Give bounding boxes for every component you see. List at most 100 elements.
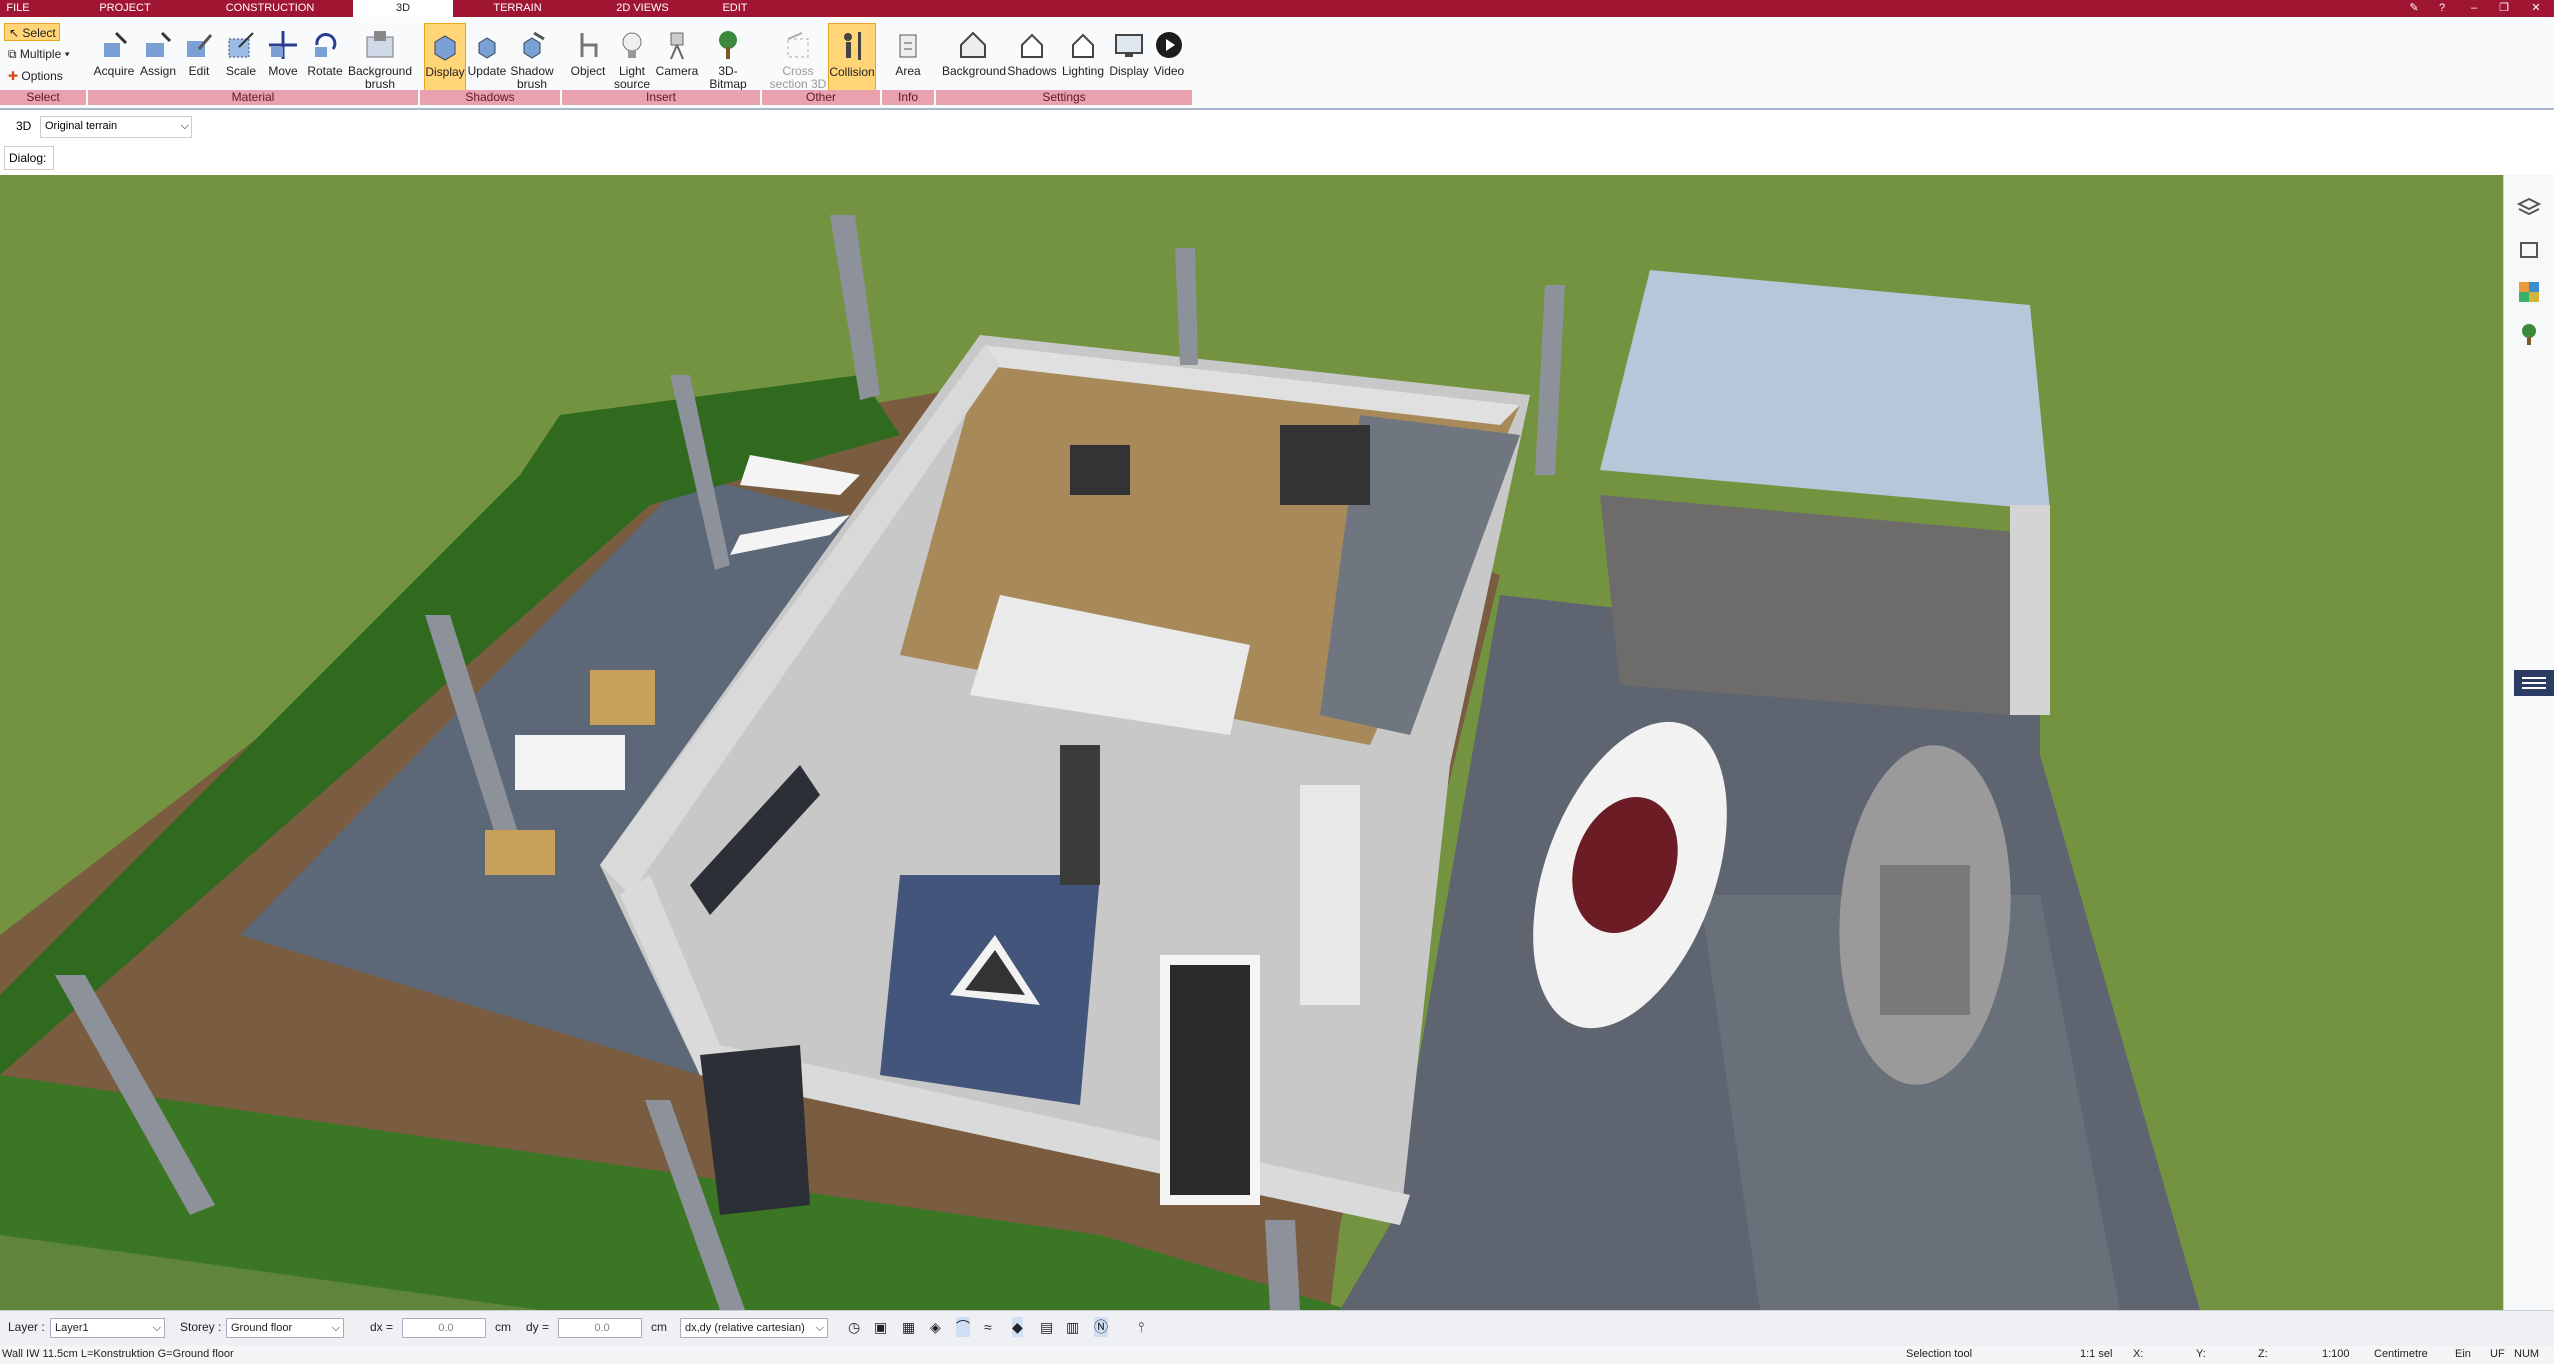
collision-person-icon [844,32,861,60]
x-coord: X: [2133,1348,2144,1360]
chair-icon [580,33,598,57]
house-light-icon [1072,33,1094,58]
acquire-icon [104,31,128,57]
shadow-cube-icon [434,35,456,61]
ein-status: Ein [2455,1348,2471,1360]
edit-icon [187,34,213,57]
group-label-material: Material [88,90,418,105]
dx-label: dx = [370,1320,394,1334]
shadow-brush-icon [523,31,545,59]
restore-icon[interactable]: ❐ [2490,0,2518,17]
tab-construction[interactable]: CONSTRUCTION [215,0,325,17]
north-icon[interactable]: Ⓝ [1094,1317,1108,1337]
ribbon: ↖ Select ⧉ Multiple ▾ ✚ Options Acquire … [0,17,2554,110]
house-shadow-icon [1021,33,1043,58]
assign-icon [146,31,172,57]
pointer-icon: ↖ [9,26,20,40]
3d-scene-render [0,175,2503,1310]
multiple-icon: ⧉ [8,47,17,61]
storey-select[interactable]: Ground floor ⌵ [226,1318,344,1338]
z-coord: Z: [2258,1348,2268,1360]
minimize-icon[interactable]: – [2460,0,2488,17]
group-label-shadows: Shadows [420,90,560,105]
snap-plane-icon[interactable]: ◆ [1012,1317,1023,1337]
camera-icon [670,32,684,60]
update-cube-icon [478,37,496,59]
3d-viewport[interactable] [0,175,2503,1310]
dy-unit: cm [651,1320,667,1334]
tab-2d-views[interactable]: 2D VIEWS [605,0,680,17]
selection-count: 1:1 sel [2080,1348,2113,1360]
chevron-down-icon: ⌵ [331,1322,340,1334]
layer-label: Layer : [8,1320,45,1334]
y-coord: Y: [2196,1348,2206,1360]
group-label-other: Other [762,90,880,105]
dy-input[interactable]: 0.0 [558,1318,642,1338]
options-icon: ✚ [8,69,19,83]
tab-3d[interactable]: 3D [353,0,453,17]
snap-icon[interactable]: ▣ [874,1317,887,1337]
app-window: FILE PROJECT CONSTRUCTION 3D TERRAIN 2D … [0,0,2554,1364]
dx-input[interactable]: 0.0 [402,1318,486,1338]
select-button[interactable]: ↖ Select [4,23,60,41]
storey-label: Storey : [180,1320,222,1334]
cross-section-icon [787,32,809,58]
area-icon [899,34,917,58]
view-bar: 3D Original terrain ⌵ [0,112,2554,142]
snap-point-icon[interactable]: ◈ [930,1317,941,1337]
tab-file[interactable]: FILE [0,0,36,17]
view-mode-label: 3D [16,119,32,133]
house-icon [960,31,986,58]
uf-status: UF [2490,1348,2505,1360]
options-button[interactable]: ✚ Options [4,67,74,85]
chevron-down-icon: ▾ [64,47,70,61]
help-icon[interactable]: ? [2428,0,2456,17]
close-icon[interactable]: ✕ [2522,0,2550,17]
plants-icon[interactable] [2516,321,2542,347]
snap-curve-icon[interactable]: ≈ [984,1317,992,1337]
furniture-icon[interactable] [2516,237,2542,263]
layers-icon[interactable] [2516,195,2542,221]
footer-bar: Wall IW 11.5cm L=Konstruktion G=Ground f… [0,1346,2554,1364]
pin-icon[interactable]: ⫯ [1138,1317,1144,1337]
ribbon-tab-bar: FILE PROJECT CONSTRUCTION 3D TERRAIN 2D … [0,0,2554,17]
chevron-down-icon: ⌵ [815,1322,824,1334]
terrain-select[interactable]: Original terrain ⌵ [40,116,192,138]
snap-grid-icon[interactable]: ▦ [902,1317,915,1337]
tab-terrain[interactable]: TERRAIN [485,0,550,17]
scale-icon [228,32,254,58]
dialog-bar: Dialog: [0,142,2554,175]
lightbulb-icon [622,32,642,58]
snap-line-icon[interactable]: ⌒ [956,1317,970,1337]
status-bar: Layer : Layer1 ⌵ Storey : Ground floor ⌵ d… [0,1310,2554,1346]
panel-toggle-icon[interactable] [2514,670,2554,696]
tab-edit[interactable]: EDIT [710,0,760,17]
multiple-dropdown[interactable]: ⧉ Multiple ▾ [4,45,82,63]
group-label-insert: Insert [562,90,760,105]
chevron-down-icon: ⌵ [152,1322,161,1334]
group-label-settings: Settings [936,90,1192,105]
grid-icon[interactable]: ▥ [1066,1317,1079,1337]
right-sidebar [2503,175,2554,1310]
tree-icon [719,31,737,59]
clock-icon[interactable]: ◷ [848,1317,860,1337]
dialog-label: Dialog: [4,146,54,170]
selection-info: Wall IW 11.5cm L=Konstruktion G=Ground f… [2,1348,234,1360]
coordinate-mode-select[interactable]: dx,dy (relative cartesian) ⌵ [680,1318,828,1338]
dx-unit: cm [495,1320,511,1334]
tools-icon[interactable]: ✎ [2400,0,2428,17]
ortho-icon[interactable]: ▤ [1040,1317,1053,1337]
move-icon [269,31,297,59]
layer-select[interactable]: Layer1 ⌵ [50,1318,165,1338]
monitor-icon [1115,34,1143,57]
play-icon [1156,32,1182,58]
active-tool: Selection tool [1906,1348,1973,1360]
group-label-info: Info [882,90,934,105]
group-label-select: Select [0,90,86,105]
chevron-down-icon: ⌵ [180,120,189,132]
materials-icon[interactable] [2516,279,2542,305]
background-brush-icon [366,31,394,58]
dy-label: dy = [526,1320,550,1334]
tab-project[interactable]: PROJECT [90,0,160,17]
scale-value: 1:100 [2322,1348,2350,1360]
